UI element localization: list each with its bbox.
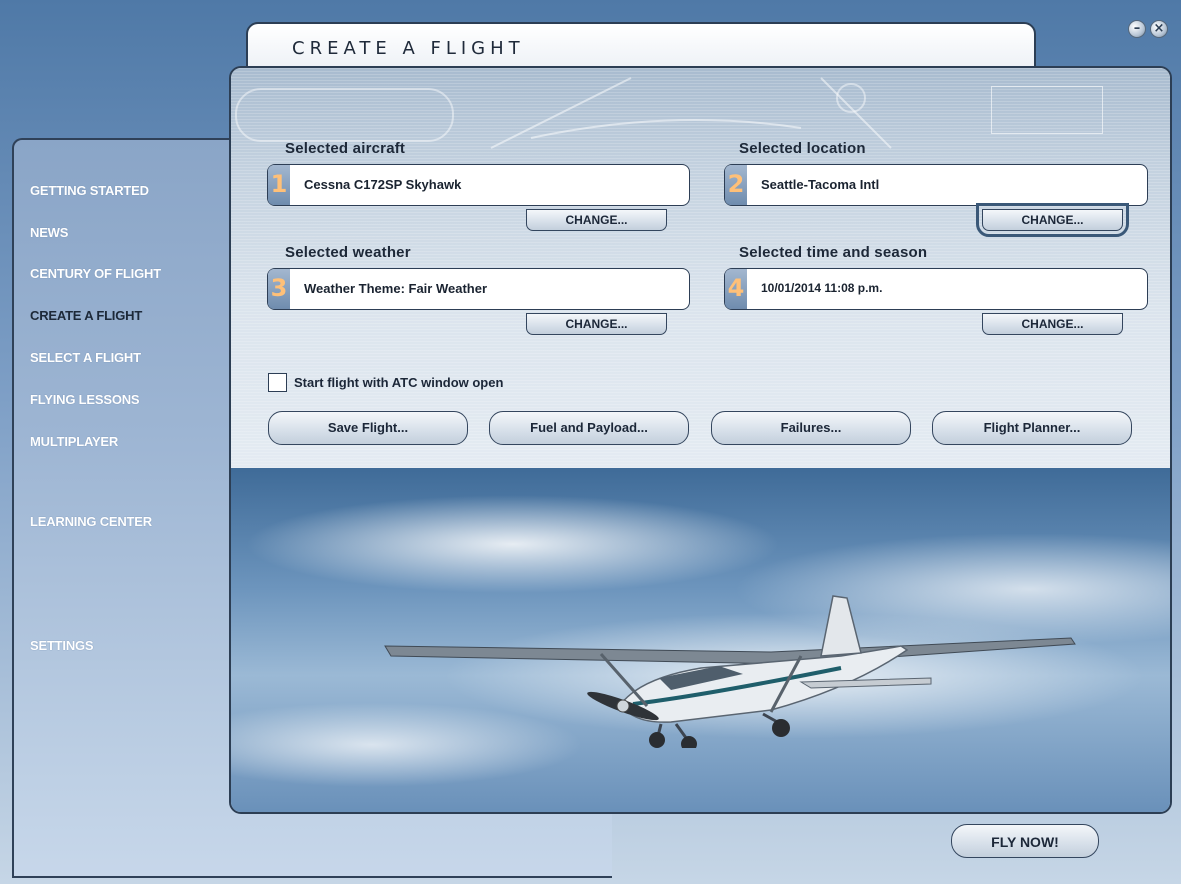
- sidebar-item-multiplayer[interactable]: MULTIPLAYER: [30, 434, 118, 449]
- time-heading: Selected time and season: [739, 244, 928, 261]
- atc-window-checkbox[interactable]: [268, 373, 287, 392]
- location-number: 2: [725, 165, 747, 205]
- sidebar-item-select-a-flight[interactable]: SELECT A FLIGHT: [30, 350, 141, 365]
- location-value: Seattle-Tacoma Intl: [761, 177, 880, 192]
- chart-decoration: [991, 86, 1103, 134]
- aircraft-heading: Selected aircraft: [285, 140, 406, 157]
- atc-window-label: Start flight with ATC window open: [294, 375, 504, 390]
- weather-value: Weather Theme: Fair Weather: [304, 281, 488, 296]
- selection-area: Selected aircraft 1 Cessna C172SP Skyhaw…: [231, 68, 1170, 468]
- sidebar-item-news[interactable]: NEWS: [30, 225, 68, 240]
- failures-button[interactable]: Failures...: [711, 411, 911, 445]
- weather-field: 3 Weather Theme: Fair Weather: [267, 268, 690, 310]
- change-time-button[interactable]: CHANGE...: [982, 313, 1123, 335]
- time-value: 10/01/2014 11:08 p.m.: [761, 281, 883, 295]
- close-icon[interactable]: ×: [1150, 20, 1168, 38]
- sidebar-item-create-a-flight[interactable]: CREATE A FLIGHT: [30, 308, 142, 323]
- time-number: 4: [725, 269, 747, 309]
- chart-decoration: [235, 88, 454, 142]
- change-aircraft-button[interactable]: CHANGE...: [526, 209, 667, 231]
- aircraft-number: 1: [268, 165, 290, 205]
- weather-number: 3: [268, 269, 290, 309]
- page-title: CREATE A FLIGHT: [292, 38, 525, 59]
- weather-heading: Selected weather: [285, 244, 411, 261]
- location-field: 2 Seattle-Tacoma Intl: [724, 164, 1148, 206]
- location-heading: Selected location: [739, 140, 866, 157]
- main-panel: Selected aircraft 1 Cessna C172SP Skyhaw…: [229, 66, 1172, 814]
- change-location-button[interactable]: CHANGE...: [976, 203, 1129, 237]
- sidebar-item-learning-center[interactable]: LEARNING CENTER: [30, 514, 152, 529]
- fuel-and-payload-button[interactable]: Fuel and Payload...: [489, 411, 689, 445]
- flight-planner-button[interactable]: Flight Planner...: [932, 411, 1132, 445]
- time-field: 4 10/01/2014 11:08 p.m.: [724, 268, 1148, 310]
- aircraft-field: 1 Cessna C172SP Skyhawk: [267, 164, 690, 206]
- fly-now-button[interactable]: FLY NOW!: [951, 824, 1099, 858]
- sidebar-item-flying-lessons[interactable]: FLYING LESSONS: [30, 392, 140, 407]
- save-flight-button[interactable]: Save Flight...: [268, 411, 468, 445]
- change-weather-button[interactable]: CHANGE...: [526, 313, 667, 335]
- aircraft-preview-image: [231, 468, 1170, 812]
- chart-lines-decoration: [490, 77, 892, 149]
- sidebar-item-century-of-flight[interactable]: CENTURY OF FLIGHT: [30, 266, 161, 281]
- aircraft-silhouette: [384, 595, 1076, 748]
- sidebar-item-settings[interactable]: SETTINGS: [30, 638, 94, 653]
- minimize-icon[interactable]: –: [1128, 20, 1146, 38]
- aircraft-value: Cessna C172SP Skyhawk: [304, 177, 462, 192]
- sidebar-item-getting-started[interactable]: GETTING STARTED: [30, 183, 149, 198]
